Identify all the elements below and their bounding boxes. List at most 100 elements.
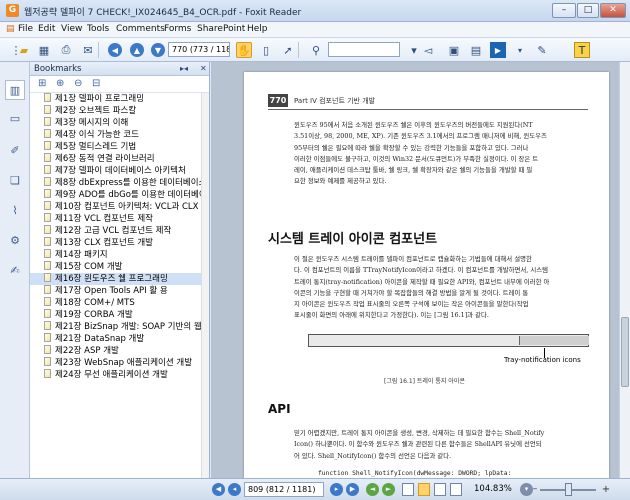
- bookmark-label: 제7장 델파이 데이터베이스 아키텍처: [55, 166, 186, 176]
- bookmark-item[interactable]: 제21장 DataSnap 개발: [30, 333, 202, 345]
- next-page-icon[interactable]: ▼: [151, 43, 165, 57]
- comments-icon[interactable]: ✐: [8, 144, 22, 158]
- print-icon[interactable]: ⎙: [58, 42, 74, 58]
- security-icon[interactable]: ⚙: [8, 234, 22, 248]
- export-dropdown-icon[interactable]: ▾: [512, 42, 528, 58]
- first-page-icon[interactable]: ◀: [108, 43, 122, 57]
- scroll-thumb[interactable]: [621, 317, 629, 387]
- document-scrollbar[interactable]: [619, 62, 630, 482]
- signature-icon[interactable]: ✍: [8, 264, 22, 278]
- layers-icon[interactable]: ❏: [8, 174, 22, 188]
- close-button[interactable]: ✕: [600, 3, 626, 18]
- bookmark-item[interactable]: 제3장 메시지의 이해: [30, 117, 202, 129]
- bookmark-item[interactable]: 제6장 동적 연결 라이브러리: [30, 153, 202, 165]
- bookmark-options-icon[interactable]: ⊟: [92, 78, 100, 89]
- export-icon[interactable]: ▶: [490, 42, 506, 58]
- zoom-level[interactable]: 104.83%: [474, 484, 512, 494]
- bookmark-item[interactable]: 제12장 고급 VCL 컴포넌트 제작: [30, 225, 202, 237]
- bookmark-item[interactable]: 제13장 CLX 컴포넌트 개발: [30, 237, 202, 249]
- bookmark-item[interactable]: 제7장 델파이 데이터베이스 아키텍처: [30, 165, 202, 177]
- bookmark-item[interactable]: 제11장 VCL 컴포넌트 제작: [30, 213, 202, 225]
- menu-tools[interactable]: Tools: [87, 24, 109, 34]
- find-icon[interactable]: ⚲: [308, 42, 324, 58]
- continuous-view-icon[interactable]: [418, 483, 430, 496]
- bookmark-label: 제6장 동적 연결 라이브러리: [55, 154, 155, 164]
- select-arrow-icon[interactable]: ➚: [280, 42, 296, 58]
- menu-sharepoint[interactable]: SharePoint: [197, 24, 245, 34]
- bookmark-item[interactable]: 제19장 CORBA 개발: [30, 309, 202, 321]
- single-page-view-icon[interactable]: [402, 483, 414, 496]
- status-bar: ◀ ◂ 809 (812 / 1181) ▸ ▶ ◄ ► 104.83% ▾ –…: [0, 478, 630, 500]
- status-forward-icon[interactable]: ►: [382, 483, 395, 496]
- bookmark-item[interactable]: 제18장 COM+/ MTS: [30, 297, 202, 309]
- bookmark-item[interactable]: 제1장 델파이 프로그래밍: [30, 93, 202, 105]
- menu-icon[interactable]: ▤: [6, 24, 15, 34]
- status-last-page-icon[interactable]: ▶: [346, 483, 359, 496]
- text-tool-icon[interactable]: T: [574, 42, 590, 58]
- menu-help[interactable]: Help: [247, 24, 268, 34]
- status-first-page-icon[interactable]: ◀: [212, 483, 225, 496]
- new-bookmark-icon[interactable]: ⊕: [56, 78, 64, 89]
- annotation-icon[interactable]: ▣: [446, 42, 462, 58]
- email-icon[interactable]: ✉: [80, 42, 96, 58]
- bookmark-item[interactable]: 제10장 컴포넌트 아키텍처: VCL과 CLX: [30, 201, 202, 213]
- menu-edit[interactable]: Edit: [38, 24, 55, 34]
- maximize-button[interactable]: □: [577, 3, 599, 18]
- save-icon[interactable]: ▦: [36, 42, 52, 58]
- bookmark-label: 제21장 BizSnap 개발: SOAP 기반의 웹 서비: [55, 322, 202, 332]
- attachments-icon[interactable]: ⌇: [8, 204, 22, 218]
- search-input[interactable]: [328, 42, 400, 57]
- page-number-field[interactable]: 770 (773 / 118: [168, 42, 230, 57]
- delete-bookmark-icon[interactable]: ⊖: [74, 78, 82, 89]
- bookmark-item[interactable]: 제24장 무선 애플리케이션 개발: [30, 369, 202, 381]
- bookmark-item[interactable]: 제8장 dbExpress를 이용한 데이터베이스 개: [30, 177, 202, 189]
- prev-page-icon[interactable]: ▲: [130, 43, 144, 57]
- panel-options-icon[interactable]: ▸◂: [180, 64, 188, 73]
- document-area[interactable]: 770 Part IV 컴포넌트 기반 개발 윈도우즈 95에서 처음 소개된 …: [211, 62, 619, 482]
- status-prev-page-icon[interactable]: ◂: [228, 483, 241, 496]
- minimize-button[interactable]: –: [552, 3, 576, 18]
- menu-comments[interactable]: Comments: [116, 24, 165, 34]
- continuous-facing-view-icon[interactable]: [450, 483, 462, 496]
- page-number-box: 770: [268, 94, 288, 107]
- bookmark-label: 제5장 멀티스레드 기법: [55, 142, 137, 152]
- bookmarks-icon[interactable]: ▥: [5, 80, 25, 100]
- typewriter-icon[interactable]: ✎: [534, 42, 550, 58]
- bookmark-item[interactable]: 제5장 멀티스레드 기법: [30, 141, 202, 153]
- status-page-field[interactable]: 809 (812 / 1181): [244, 482, 324, 497]
- bookmark-item[interactable]: 제14장 패키지: [30, 249, 202, 261]
- bookmark-item[interactable]: 제16장 윈도우즈 쉘 프로그래밍: [30, 273, 202, 285]
- bookmark-item[interactable]: 제22장 ASP 개발: [30, 345, 202, 357]
- bookmark-item[interactable]: 제4장 이식 가능한 코드: [30, 129, 202, 141]
- bookmark-icon: [44, 321, 51, 330]
- menu-view[interactable]: View: [61, 24, 82, 34]
- figure-caption: [그림 16.1] 트레이 통지 아이콘: [384, 378, 465, 385]
- zoom-in-icon[interactable]: +: [600, 483, 612, 496]
- text-line: 믿기 어렵겠지만, 트레이 통지 아이콘을 생성, 변경, 삭제하는 데 필요한…: [294, 429, 545, 437]
- hand-tool-icon[interactable]: ✋: [236, 42, 252, 58]
- text-line: 이러한 이점들에도 불구하고, 이것의 Win32 문서(도큐먼트)가 부족한 …: [294, 154, 539, 163]
- bookmark-item[interactable]: 제15장 COM 개발: [30, 261, 202, 273]
- menu-file[interactable]: File: [18, 24, 33, 34]
- status-back-icon[interactable]: ◄: [366, 483, 379, 496]
- bookmarks-scrollbar[interactable]: [201, 93, 209, 482]
- text-line: 어 있다. Shell_NotifyIcon() 함수의 선언은 다음과 같다.: [294, 451, 452, 460]
- status-next-page-icon[interactable]: ▸: [330, 483, 343, 496]
- bookmark-item[interactable]: 제21장 BizSnap 개발: SOAP 기반의 웹 서비: [30, 321, 202, 333]
- bookmark-label: 제9장 ADO를 dbGo를 이용한 데이터베이스: [55, 190, 202, 200]
- pages-icon[interactable]: ▭: [8, 112, 22, 126]
- prev-result-icon[interactable]: ◅: [420, 42, 436, 58]
- panel-close-icon[interactable]: ✕: [200, 64, 207, 73]
- bookmark-item[interactable]: 제17장 Open Tools API 활 용: [30, 285, 202, 297]
- open-icon[interactable]: ▰: [16, 42, 32, 58]
- bookmark-item[interactable]: 제23장 WebSnap 애플리케이션 개발: [30, 357, 202, 369]
- select-text-icon[interactable]: ▯: [258, 42, 274, 58]
- facing-view-icon[interactable]: [434, 483, 446, 496]
- grid-icon[interactable]: ▤: [468, 42, 484, 58]
- expand-icon[interactable]: ⊞: [38, 78, 46, 89]
- zoom-out-icon[interactable]: –: [530, 483, 540, 496]
- bookmark-item[interactable]: 제2장 오브젝트 파스칼: [30, 105, 202, 117]
- bookmark-item[interactable]: 제9장 ADO를 dbGo를 이용한 데이터베이스: [30, 189, 202, 201]
- zoom-slider-knob[interactable]: [565, 483, 572, 496]
- menu-forms[interactable]: Forms: [164, 24, 191, 34]
